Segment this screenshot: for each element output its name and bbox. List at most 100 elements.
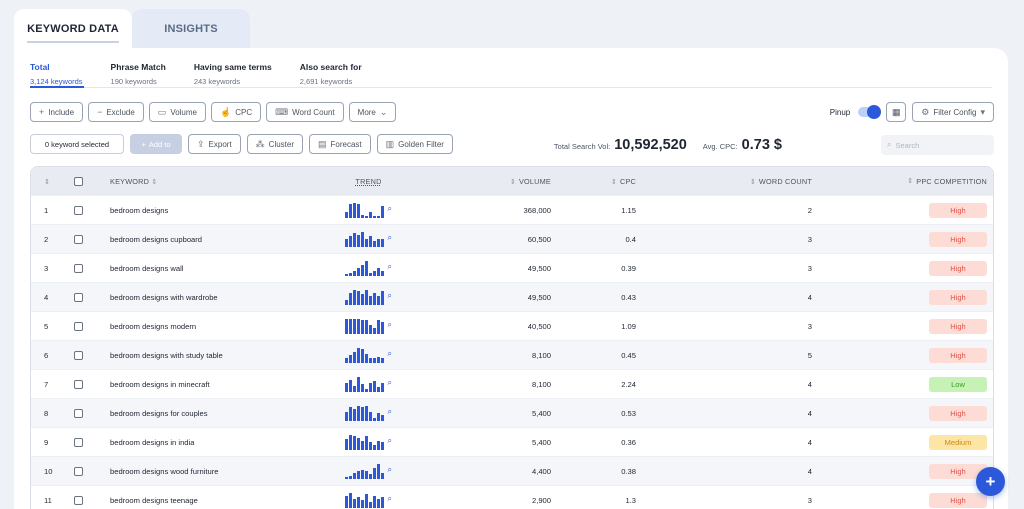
- subtab-title: Total: [30, 62, 50, 72]
- ppc-badge: Low: [929, 376, 987, 392]
- cpc-cell: 0.36: [621, 437, 636, 447]
- trend-bar: [373, 417, 376, 421]
- table-row[interactable]: 4 bedroom designs with wardrobe ⌕ 49,500 0.4…: [31, 282, 993, 311]
- tab-keyword-data[interactable]: KEYWORD DATA: [14, 9, 132, 49]
- magnifier-icon[interactable]: ⌕: [388, 349, 392, 359]
- table-row[interactable]: 5 bedroom designs modern ⌕ 40,500 1.09 3 High: [31, 311, 993, 340]
- volume-button[interactable]: ▭ Volume: [148, 102, 206, 122]
- trend-bar: [381, 205, 384, 218]
- golden-filter-button[interactable]: ▥ Golden Filter: [376, 134, 453, 154]
- row-checkbox[interactable]: [74, 292, 83, 302]
- subtab-phrase-match[interactable]: Phrase Match 190 keywords: [111, 62, 166, 86]
- trend-bar: [377, 412, 380, 421]
- row-checkbox[interactable]: [74, 205, 83, 215]
- table-row[interactable]: 3 bedroom designs wall ⌕ 49,500 0.39 3 High: [31, 253, 993, 282]
- exclude-button[interactable]: − Exclude: [88, 102, 144, 122]
- export-button[interactable]: ⇪ Export: [188, 134, 241, 154]
- cpc-cell: 2.24: [621, 379, 636, 389]
- trend-bar: [357, 437, 360, 450]
- row-checkbox[interactable]: [74, 495, 83, 505]
- trend-sparkline: [345, 260, 384, 276]
- magnifier-icon[interactable]: ⌕: [388, 407, 392, 417]
- table-row[interactable]: 9 bedroom designs in india ⌕ 5,400 0.36 4 Medi…: [31, 427, 993, 456]
- cpc-header-label: CPC: [619, 176, 636, 186]
- magnifier-icon[interactable]: ⌕: [388, 320, 392, 330]
- ppc-cell: Medium: [812, 434, 993, 450]
- include-button[interactable]: + Include: [30, 102, 84, 122]
- add-to-button[interactable]: + Add to: [130, 134, 182, 154]
- trend-bar: [377, 498, 380, 508]
- table-row[interactable]: 10 bedroom designs wood furniture ⌕ 4,400 0.…: [31, 456, 993, 485]
- table-row[interactable]: 11 bedroom designs teenage ⌕ 2,900 1.3 3 High: [31, 485, 993, 509]
- trend-bar: [345, 438, 348, 450]
- cpc-column-header[interactable]: ⇕ CPC: [551, 177, 636, 186]
- ppc-badge: High: [929, 347, 987, 363]
- trend-bar: [361, 440, 364, 450]
- word-count-cell: 3: [807, 234, 812, 244]
- magnifier-icon[interactable]: ⌕: [388, 436, 392, 446]
- word-count-button[interactable]: ⌨ Word Count: [266, 102, 344, 122]
- magnifier-icon[interactable]: ⌕: [388, 262, 392, 272]
- pinup-toggle[interactable]: [858, 105, 882, 119]
- row-checkbox[interactable]: [74, 379, 83, 389]
- magnifier-icon[interactable]: ⌕: [388, 378, 392, 388]
- word-count-column-header[interactable]: ⇕ WORD COUNT: [636, 177, 812, 186]
- search-input[interactable]: [895, 140, 986, 150]
- subtab-also-search-for[interactable]: Also search for 2,691 keywords: [300, 62, 362, 86]
- trend-bar: [377, 356, 380, 363]
- trend-bar: [365, 238, 368, 247]
- table-row[interactable]: 8 bedroom designs for couples ⌕ 5,400 0.53 4 H…: [31, 398, 993, 427]
- trend-bar: [353, 498, 356, 508]
- cluster-label: Cluster: [268, 139, 295, 149]
- trend-bar: [345, 357, 348, 363]
- table-row[interactable]: 7 bedroom designs in minecraft ⌕ 8,100 2.24 4…: [31, 369, 993, 398]
- row-checkbox[interactable]: [74, 437, 83, 447]
- magnifier-icon[interactable]: ⌕: [388, 494, 392, 504]
- magnifier-icon[interactable]: ⌕: [388, 204, 392, 214]
- subtab-total[interactable]: Total 3,124 keywords: [30, 62, 83, 86]
- row-checkbox[interactable]: [74, 321, 83, 331]
- tab-insights[interactable]: INSIGHTS: [132, 9, 250, 49]
- cluster-button[interactable]: ⁂ Cluster: [246, 134, 304, 154]
- select-all-checkbox[interactable]: [74, 176, 83, 186]
- index-column-header[interactable]: ⇕: [31, 177, 61, 186]
- subtab-title: Phrase Match: [110, 62, 166, 72]
- row-checkbox[interactable]: [74, 263, 83, 273]
- trend-bar: [361, 293, 364, 305]
- forecast-button[interactable]: ▤ Forecast: [309, 134, 371, 154]
- layout-button[interactable]: ▦: [886, 102, 907, 122]
- row-checkbox[interactable]: [74, 234, 83, 244]
- row-select-cell: [61, 205, 96, 215]
- trend-cell: ⌕: [314, 231, 423, 247]
- trend-bar: [381, 321, 384, 334]
- row-index: 10: [44, 466, 53, 476]
- ppc-cell: High: [812, 492, 993, 508]
- row-checkbox[interactable]: [74, 466, 83, 476]
- table-row[interactable]: 2 bedroom designs cupboard ⌕ 60,500 0.4 3 High: [31, 224, 993, 253]
- magnifier-icon[interactable]: ⌕: [388, 291, 392, 301]
- trend-bar: [357, 405, 360, 421]
- magnifier-icon[interactable]: ⌕: [388, 233, 392, 243]
- more-button[interactable]: More ⌄: [348, 102, 397, 122]
- filter-config-button[interactable]: ⚙ Filter Config ▾: [912, 102, 994, 122]
- cpc-button[interactable]: ☝ CPC: [211, 102, 262, 122]
- trend-bar: [361, 348, 364, 363]
- volume-column-header[interactable]: ⇕ VOLUME: [423, 177, 551, 186]
- ppc-column-header[interactable]: ⇕ PPC COMPETITION: [812, 177, 993, 186]
- keyword-column-header[interactable]: KEYWORD ⇕: [96, 177, 314, 186]
- magnifier-icon[interactable]: ⌕: [388, 465, 392, 475]
- trend-sparkline: [345, 405, 384, 421]
- table-row[interactable]: 1 bedroom designs ⌕ 368,000 1.15 2 High: [31, 195, 993, 224]
- row-index: 8: [44, 408, 49, 418]
- cpc-cell: 1.3: [625, 495, 636, 505]
- subtab-count: 2,691 keywords: [299, 77, 353, 86]
- row-checkbox[interactable]: [74, 350, 83, 360]
- row-select-cell: [61, 263, 96, 273]
- trend-cell: ⌕: [314, 492, 423, 508]
- row-checkbox[interactable]: [74, 408, 83, 418]
- add-fab-button[interactable]: +: [976, 467, 1005, 496]
- trend-sparkline: [345, 347, 384, 363]
- row-select-cell: [61, 350, 96, 360]
- table-row[interactable]: 6 bedroom designs with study table ⌕ 8,100 0…: [31, 340, 993, 369]
- subtab-having-same-terms[interactable]: Having same terms 243 keywords: [194, 62, 272, 86]
